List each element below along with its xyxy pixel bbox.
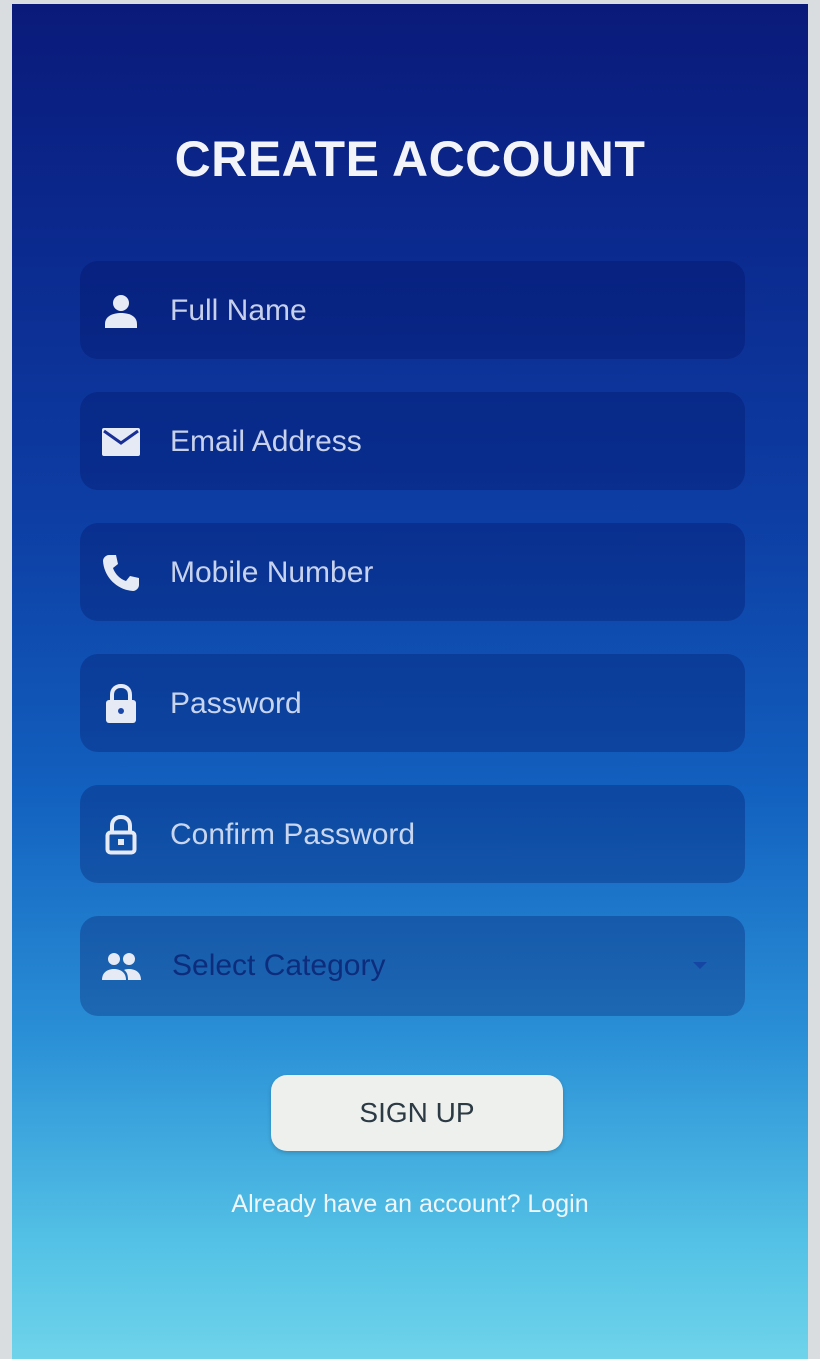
mobile-field[interactable] [80, 523, 745, 623]
confirm-password-input[interactable] [168, 785, 712, 885]
password-input[interactable] [168, 654, 712, 754]
lock-icon [106, 683, 136, 723]
lock-outline-icon [105, 814, 137, 855]
email-field[interactable] [80, 392, 745, 492]
mobile-input[interactable] [168, 523, 712, 623]
login-link[interactable]: Already have an account? Login [12, 1190, 808, 1219]
chevron-down-icon [693, 962, 707, 969]
page-title: CREATE ACCOUNT [174, 131, 646, 187]
password-field[interactable] [80, 654, 745, 754]
category-select[interactable]: Select Category [80, 916, 745, 1016]
signup-screen: CREATE ACCOUNT Full Name Email Address M… [12, 4, 808, 1359]
group-icon [102, 953, 141, 980]
confirm-password-field[interactable] [80, 785, 745, 885]
mail-icon [102, 428, 140, 456]
person-icon [105, 295, 137, 328]
phone-icon [103, 555, 139, 591]
signup-button[interactable]: SIGN UP [271, 1075, 563, 1151]
category-select-label: Select Category [172, 949, 386, 982]
full-name-field[interactable] [80, 261, 745, 361]
full-name-input[interactable] [168, 261, 712, 361]
email-input[interactable] [168, 392, 712, 492]
